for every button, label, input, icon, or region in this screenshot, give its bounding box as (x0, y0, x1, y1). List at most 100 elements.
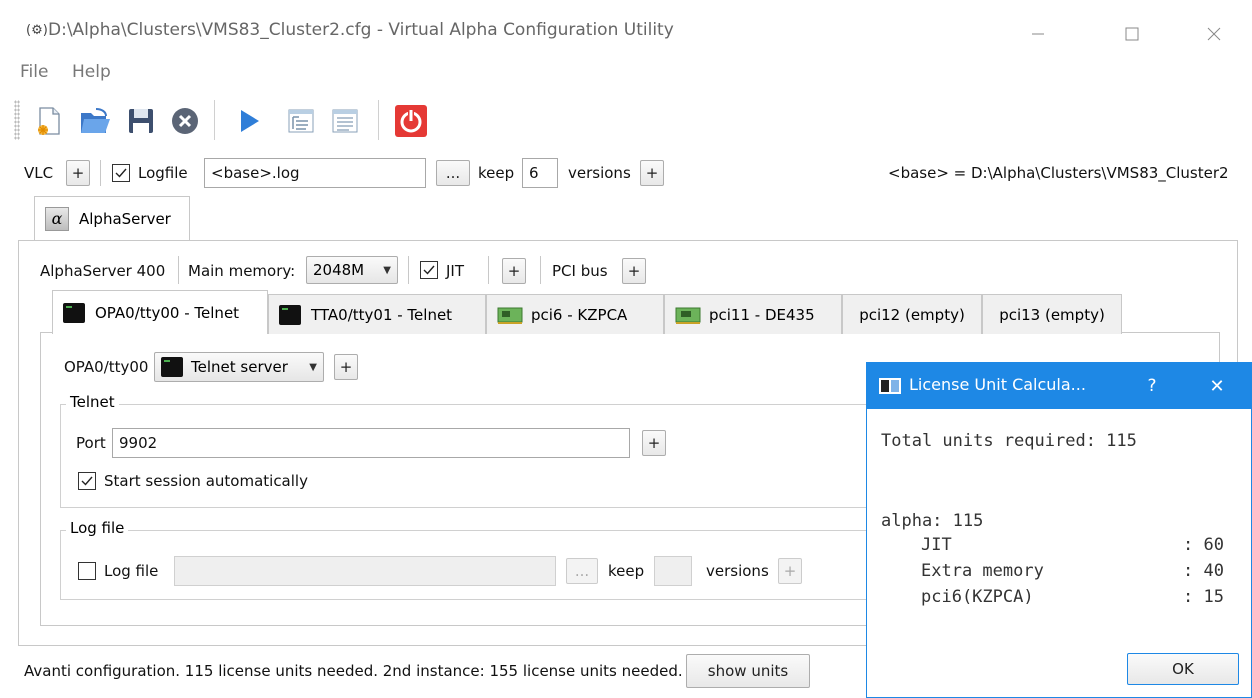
open-button[interactable] (76, 102, 114, 140)
power-button[interactable] (392, 102, 430, 140)
chevron-down-icon: ▼ (383, 264, 391, 276)
device-keep-label: keep (608, 562, 645, 580)
menu-help[interactable]: Help (72, 62, 111, 82)
jit-checkbox[interactable] (420, 261, 438, 279)
app-icon: (⚙) (26, 23, 48, 38)
tab-pci6[interactable]: pci6 - KZPCA (486, 294, 664, 334)
new-file-icon (38, 107, 60, 135)
autostart-label: Start session automatically (104, 472, 308, 490)
log-file-group-title: Log file (66, 519, 129, 537)
separator (488, 256, 489, 284)
tab-pci11[interactable]: pci11 - DE435 (664, 294, 842, 334)
pci-card-icon (497, 307, 523, 324)
device-logfile-input[interactable] (174, 556, 556, 586)
maximize-icon (1125, 27, 1139, 41)
unit-item-value: : 40 (1183, 561, 1224, 581)
device-logfile-browse-button[interactable]: ... (566, 558, 598, 584)
terminal-icon (63, 302, 85, 323)
logfile-browse-button[interactable]: ... (436, 160, 470, 186)
close-icon: ✕ (1209, 375, 1225, 397)
title-bar: (⚙) D:\Alpha\Clusters\VMS83_Cluster2.cfg… (0, 0, 1252, 60)
logfile-label: Logfile (138, 164, 188, 182)
tab-alphaserver[interactable]: α AlphaServer (34, 196, 190, 240)
stop-button[interactable] (166, 102, 204, 140)
maximize-button[interactable] (1104, 14, 1160, 54)
show-units-button[interactable]: show units (686, 654, 810, 688)
tab-pci13[interactable]: pci13 (empty) (982, 294, 1122, 334)
device-logfile-label: Log file (104, 562, 159, 580)
menu-file[interactable]: File (20, 62, 48, 82)
check-icon (81, 476, 93, 486)
alpha-icon: α (45, 206, 69, 231)
terminal-icon (161, 357, 183, 377)
versions-label: versions (568, 164, 631, 182)
pci-add-button[interactable]: + (622, 258, 646, 284)
unit-item-value: : 60 (1183, 535, 1224, 555)
device-logfile-checkbox[interactable] (78, 562, 96, 580)
power-icon (395, 105, 427, 137)
run-button[interactable] (230, 102, 268, 140)
pci-bus-label: PCI bus (552, 262, 608, 280)
port-input[interactable]: 9902 (112, 428, 630, 458)
tab-tta0[interactable]: TTA0/tty01 - Telnet (268, 294, 486, 334)
separator (100, 160, 101, 186)
save-button[interactable] (122, 102, 160, 140)
unit-item-name: Extra memory (921, 561, 1044, 581)
device-name: OPA0/tty00 (64, 358, 149, 376)
toolbar-separator (378, 100, 379, 140)
minimize-button[interactable] (1010, 14, 1066, 54)
port-label: Port (76, 434, 106, 452)
new-button[interactable] (30, 102, 68, 140)
close-button[interactable] (1186, 14, 1242, 54)
autostart-checkbox[interactable] (78, 472, 96, 490)
dialog-close-button[interactable]: ✕ (1197, 369, 1237, 403)
details-icon (332, 109, 358, 133)
open-folder-icon (81, 108, 110, 133)
ok-button[interactable]: OK (1127, 653, 1239, 685)
port-add-button[interactable]: + (642, 430, 666, 456)
terminal-icon (279, 304, 301, 325)
check-icon (115, 168, 127, 178)
device-logfile-add-button[interactable]: + (778, 558, 802, 584)
logfile-input[interactable]: <base>.log (204, 158, 426, 188)
tab-alphaserver-label: AlphaServer (79, 209, 171, 228)
dialog-title-bar: License Unit Calcula... ? ✕ (867, 363, 1251, 409)
main-memory-select[interactable]: 2048M ▼ (306, 256, 398, 284)
unit-item-value: : 15 (1183, 587, 1224, 607)
alpha-section-line: alpha: 115 (881, 511, 984, 531)
check-icon (423, 265, 435, 275)
device-keep-input[interactable] (654, 556, 692, 586)
play-icon (241, 110, 259, 132)
tab-opa0[interactable]: OPA0/tty00 - Telnet (52, 290, 268, 334)
device-type-select[interactable]: Telnet server ▼ (154, 352, 324, 382)
toolbar-separator (214, 100, 215, 140)
device-add-button[interactable]: + (334, 354, 358, 380)
telnet-group-title: Telnet (66, 393, 119, 411)
tree-view-button[interactable] (282, 102, 320, 140)
license-dialog: License Unit Calcula... ? ✕ Total units … (866, 362, 1252, 698)
keep-versions-input[interactable]: 6 (522, 158, 558, 188)
total-units-line: Total units required: 115 (881, 431, 1137, 451)
tab-pci12[interactable]: pci12 (empty) (842, 294, 982, 334)
minimize-icon (1032, 33, 1044, 35)
stop-icon (172, 108, 198, 134)
dialog-title: License Unit Calcula... (909, 375, 1086, 394)
toolbar-grip[interactable] (14, 100, 20, 140)
main-memory-label: Main memory: (188, 262, 296, 280)
logfile-checkbox[interactable] (112, 164, 130, 182)
vlc-label: VLC (24, 164, 54, 182)
unit-item-name: JIT (921, 535, 952, 555)
pci-card-icon (675, 307, 701, 324)
tree-icon (288, 109, 314, 133)
dialog-help-button[interactable]: ? (1137, 369, 1167, 403)
unit-item-name: pci6(KZPCA) (921, 587, 1034, 607)
server-add-button[interactable]: + (502, 258, 526, 284)
vlc-add-button[interactable]: + (66, 160, 90, 186)
status-text: Avanti configuration. 115 license units … (24, 662, 683, 680)
jit-label: JIT (446, 262, 465, 280)
logfile-add-button[interactable]: + (640, 160, 664, 186)
keep-label: keep (478, 164, 515, 182)
separator (178, 256, 179, 284)
save-icon (129, 109, 153, 133)
details-view-button[interactable] (326, 102, 364, 140)
